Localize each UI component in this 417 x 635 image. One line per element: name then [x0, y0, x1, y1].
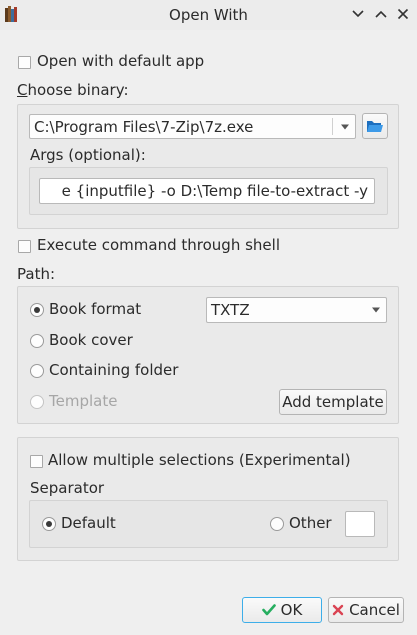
default-app-label: Open with default app — [37, 52, 205, 70]
radio-book-format[interactable] — [30, 303, 44, 317]
multiple-selection-checkbox[interactable] — [30, 455, 43, 468]
radio-default-separator[interactable] — [42, 517, 56, 531]
add-template-button[interactable]: Add template — [279, 389, 387, 415]
folder-open-icon — [367, 121, 383, 132]
path-label: Path: — [17, 265, 56, 283]
radio-containing-folder[interactable] — [30, 364, 44, 378]
binary-path-value: C:\Program Files\7-Zip\7z.exe — [34, 117, 254, 136]
book-format-label: Book format — [49, 300, 142, 318]
cancel-x-icon — [332, 604, 344, 616]
default-app-checkbox[interactable] — [18, 56, 31, 69]
args-label: Args (optional): — [30, 146, 146, 164]
chevron-up-icon[interactable] — [371, 4, 391, 24]
format-value: TXTZ — [211, 301, 250, 319]
close-icon[interactable] — [393, 4, 413, 24]
choose-binary-label: Choose binary: — [17, 81, 129, 99]
shell-label: Execute command through shell — [37, 236, 280, 254]
multiple-selection-label: Allow multiple selections (Experimental) — [48, 451, 351, 469]
args-value: e {inputfile} -o D:\Temp file-to-extract… — [61, 182, 368, 200]
combo-separator — [332, 118, 333, 135]
ok-button[interactable]: OK — [242, 597, 322, 623]
format-combo[interactable]: TXTZ — [206, 297, 387, 323]
other-separator-label: Other — [289, 514, 332, 532]
browse-folder-button[interactable] — [362, 113, 388, 139]
binary-path-combo[interactable]: C:\Program Files\7-Zip\7z.exe — [29, 114, 356, 139]
radio-other-separator[interactable] — [270, 517, 284, 531]
radio-template — [30, 395, 44, 409]
containing-folder-label: Containing folder — [49, 361, 179, 379]
default-separator-label: Default — [61, 514, 116, 532]
chevron-down-icon[interactable] — [341, 124, 349, 129]
cancel-button[interactable]: Cancel — [328, 597, 404, 623]
shell-checkbox[interactable] — [18, 240, 31, 253]
chevron-down-icon[interactable] — [348, 4, 368, 24]
other-separator-input[interactable] — [345, 511, 375, 537]
ok-label: OK — [280, 601, 303, 619]
separator-label: Separator — [30, 479, 105, 497]
chevron-down-icon[interactable] — [372, 307, 380, 313]
args-input[interactable]: e {inputfile} -o D:\Temp file-to-extract… — [39, 178, 375, 204]
radio-book-cover[interactable] — [30, 334, 44, 348]
book-cover-label: Book cover — [49, 331, 133, 349]
checkmark-icon — [261, 604, 276, 616]
template-label: Template — [49, 392, 118, 410]
cancel-label: Cancel — [349, 601, 400, 619]
